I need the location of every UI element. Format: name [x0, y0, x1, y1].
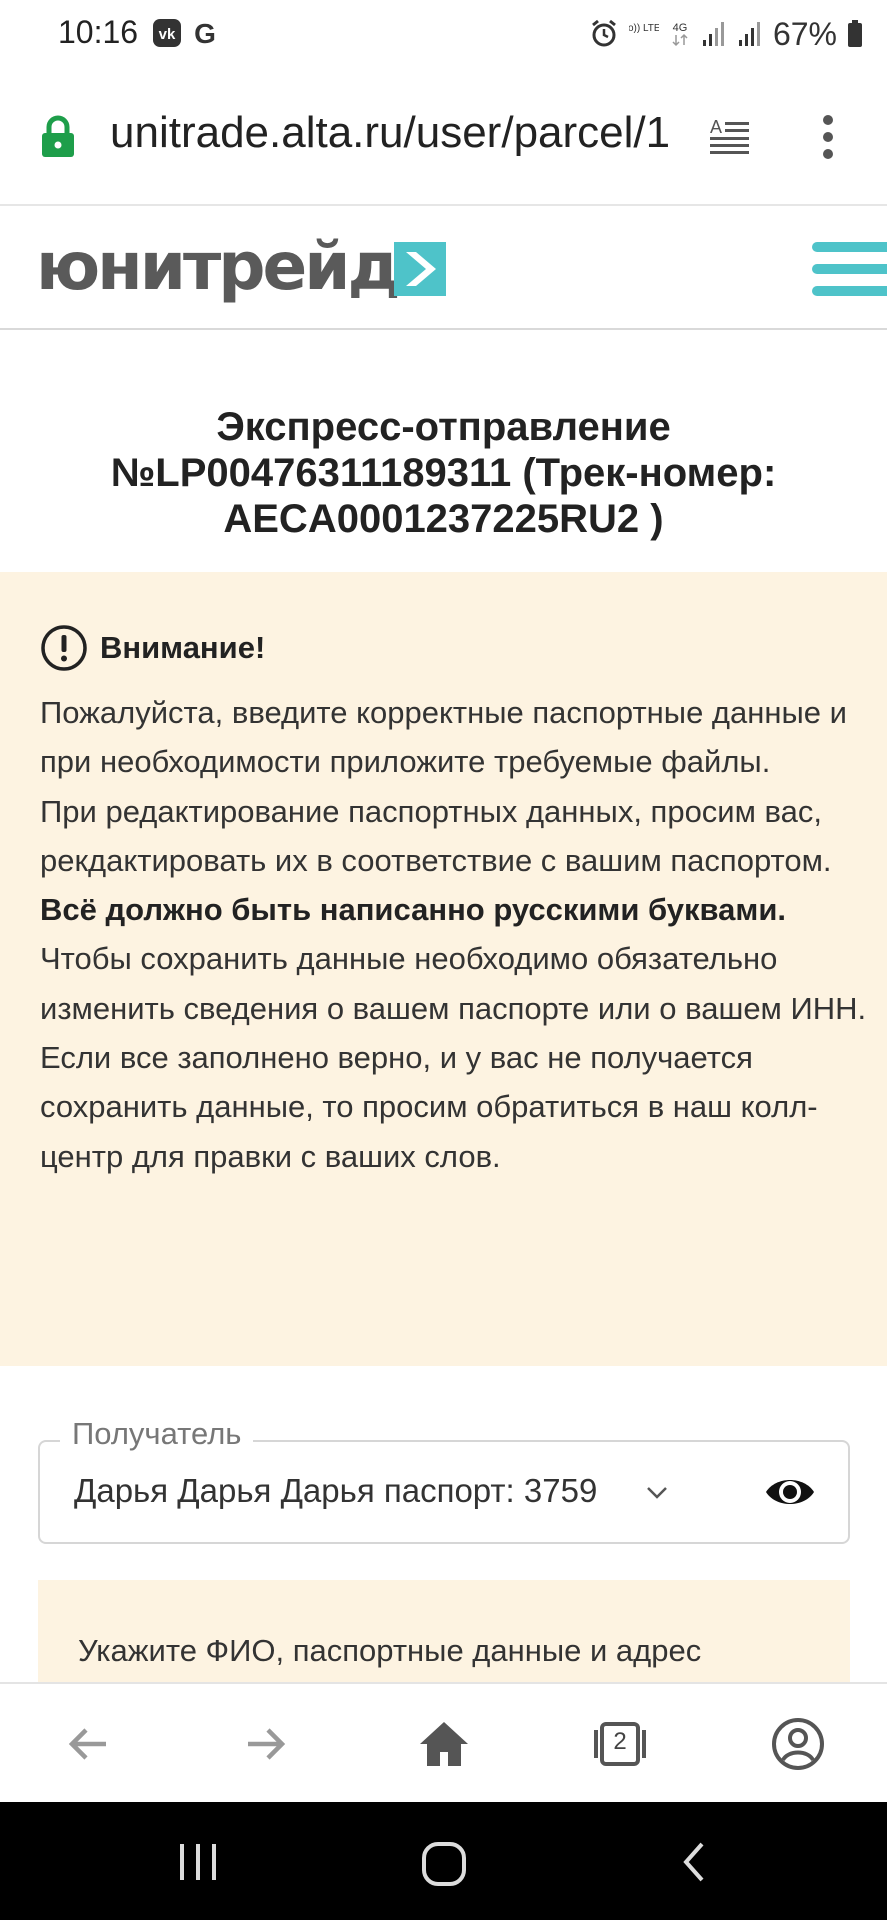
page-title: Экспресс-отправление №LP00476311189311 (… — [110, 405, 777, 541]
info-box: Укажите ФИО, паспортные данные и адрес — [38, 1580, 850, 1690]
status-indicators: Vo)) LTE1 4G 67% — [589, 14, 863, 54]
recent-apps-icon[interactable] — [176, 1840, 220, 1884]
system-home-icon[interactable] — [420, 1840, 468, 1888]
battery-icon — [848, 20, 862, 47]
account-icon[interactable] — [768, 1714, 828, 1774]
status-bar: 10:16 vk G Vo)) LTE1 4G 67% — [0, 0, 887, 70]
warning-text-bold: Всё должно быть написанно русскими буква… — [40, 892, 786, 928]
tabs-button[interactable]: 2 — [590, 1714, 650, 1774]
warning-header: Внимание! — [40, 624, 265, 672]
forward-arrow-icon[interactable] — [236, 1714, 296, 1774]
status-time: 10:16 — [58, 14, 139, 50]
4g-icon: 4G — [672, 22, 688, 47]
back-arrow-icon[interactable] — [58, 1714, 118, 1774]
recipient-select[interactable]: Получатель Дарья Дарья Дарья паспорт: 37… — [38, 1416, 850, 1544]
url-text[interactable]: unitrade.alta.ru/user/parcel/1 — [110, 108, 680, 158]
exclamation-circle-icon — [41, 625, 87, 671]
svg-text:Vo)) LTE1: Vo)) LTE1 — [629, 23, 659, 34]
warning-text-2: При редактирование паспортных данных, пр… — [40, 793, 832, 878]
svg-text:A: A — [710, 117, 722, 137]
volte-icon: Vo)) LTE1 — [629, 23, 659, 34]
warning-text-1: Пожалуйста, введите корректные паспортны… — [40, 695, 847, 780]
svg-text:vk: vk — [159, 26, 176, 43]
alarm-icon — [592, 19, 616, 47]
battery-percent: 67% — [772, 15, 837, 52]
warning-text-4: Чтобы сохранить данные необходимо обязат… — [40, 941, 867, 1174]
site-logo-text[interactable]: юнитрейд — [36, 228, 401, 305]
site-header: юнитрейд — [0, 206, 887, 330]
recipient-value[interactable]: Дарья Дарья Дарья паспорт: 3759 — [74, 1472, 597, 1510]
tab-count: 2 — [613, 1728, 627, 1755]
info-text: Укажите ФИО, паспортные данные и адрес — [78, 1633, 702, 1668]
warning-title: Внимание! — [100, 630, 266, 665]
vk-icon: vk — [153, 19, 181, 47]
lock-icon[interactable] — [40, 114, 76, 158]
warning-body: Пожалуйста, введите корректные паспортны… — [40, 688, 870, 1181]
reader-mode-icon[interactable]: A — [708, 116, 752, 156]
browser-bottom-nav: 2 — [0, 1682, 887, 1802]
more-options-icon[interactable] — [818, 114, 838, 160]
system-back-icon[interactable] — [678, 1840, 710, 1884]
signal-icon-2 — [738, 22, 760, 46]
logo-mark-icon[interactable] — [394, 242, 446, 296]
svg-text:G: G — [194, 18, 216, 48]
eye-icon[interactable] — [764, 1470, 816, 1514]
system-nav-bar — [0, 1802, 887, 1920]
browser-url-bar: unitrade.alta.ru/user/parcel/1 A — [0, 70, 887, 206]
warning-box: Внимание! Пожалуйста, введите корректные… — [0, 572, 887, 1366]
google-icon: G — [194, 18, 216, 48]
chevron-down-icon[interactable] — [644, 1480, 670, 1504]
recipient-label: Получатель — [60, 1416, 254, 1452]
signal-icon — [702, 22, 724, 46]
home-icon[interactable] — [414, 1714, 474, 1774]
svg-text:4G: 4G — [673, 22, 688, 34]
menu-hamburger-icon[interactable] — [812, 234, 887, 304]
